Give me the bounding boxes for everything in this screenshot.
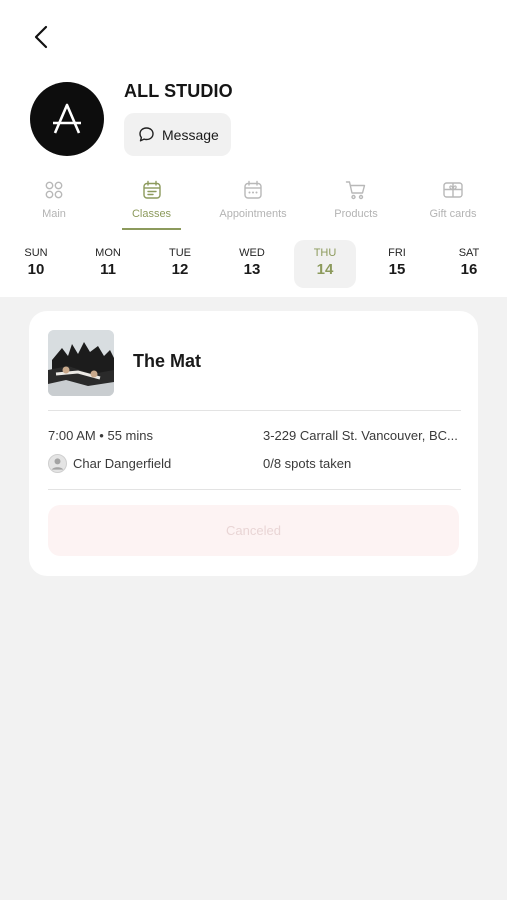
- class-card[interactable]: The Mat 7:00 AM • 55 mins 3-229 Carrall …: [29, 311, 478, 576]
- class-instructor[interactable]: Char Dangerfield: [48, 454, 171, 473]
- day-mon[interactable]: MON 11: [77, 240, 139, 288]
- studio-logo-mark: [53, 103, 81, 134]
- divider: [48, 489, 461, 490]
- tab-gift-cards[interactable]: Gift cards: [427, 178, 479, 230]
- tab-label-classes: Classes: [131, 208, 172, 220]
- day-date: 16: [460, 261, 478, 278]
- day-tue[interactable]: TUE 12: [149, 240, 211, 288]
- studio-header-area: ALL STUDIO Message Main Classes Appointm…: [0, 0, 507, 297]
- day-date: 12: [171, 261, 189, 278]
- day-name: FRI: [388, 247, 406, 259]
- day-sun[interactable]: SUN 10: [5, 240, 67, 288]
- instructor-name: Char Dangerfield: [73, 456, 172, 471]
- tab-label-products: Products: [334, 208, 378, 220]
- day-date: 13: [243, 261, 261, 278]
- active-tab-indicator: [122, 228, 181, 230]
- tab-classes[interactable]: Classes: [122, 178, 181, 230]
- canceled-label: Canceled: [226, 523, 281, 538]
- day-date: 15: [388, 261, 406, 278]
- canceled-button[interactable]: Canceled: [48, 505, 459, 556]
- day-name: TUE: [169, 247, 191, 259]
- back-button[interactable]: [26, 22, 56, 52]
- calendar-icon: [243, 178, 263, 202]
- tab-bar: Main Classes Appointments Products Gift …: [0, 178, 507, 230]
- spots-taken: 0/8 spots taken: [263, 456, 352, 471]
- message-button[interactable]: Message: [124, 113, 231, 156]
- class-time: 7:00 AM • 55 mins: [48, 428, 153, 443]
- day-date: 14: [316, 261, 334, 278]
- studio-logo: [30, 82, 104, 156]
- day-name: WED: [239, 247, 265, 259]
- tab-appointments[interactable]: Appointments: [213, 178, 293, 230]
- studio-name: ALL STUDIO: [124, 81, 233, 101]
- class-address: 3-229 Carrall St. Vancouver, BC...: [263, 428, 458, 443]
- tab-label-gift-cards: Gift cards: [429, 208, 477, 220]
- divider: [48, 410, 461, 411]
- day-name: SUN: [24, 247, 48, 259]
- tab-main[interactable]: Main: [34, 178, 74, 230]
- gift-card-icon: [442, 178, 464, 202]
- day-wed[interactable]: WED 13: [221, 240, 283, 288]
- day-fri[interactable]: FRI 15: [366, 240, 428, 288]
- day-date: 10: [27, 261, 45, 278]
- day-name: THU: [313, 247, 337, 259]
- class-thumbnail: [48, 330, 114, 396]
- user-avatar-icon: [48, 454, 67, 473]
- day-sat[interactable]: SAT 16: [438, 240, 500, 288]
- chat-bubble-icon: [139, 127, 154, 142]
- day-thu[interactable]: THU 14: [294, 240, 356, 288]
- day-date: 11: [100, 261, 116, 278]
- week-day-selector: SUN 10 MON 11 TUE 12 WED 13 THU 14 FRI 1…: [0, 240, 507, 288]
- tab-label-main: Main: [42, 208, 66, 220]
- calendar-list-icon: [142, 178, 162, 202]
- day-name: SAT: [458, 247, 480, 259]
- class-title: The Mat: [133, 351, 202, 371]
- grid-icon: [44, 178, 64, 202]
- chevron-left-icon: [34, 25, 48, 49]
- tab-products[interactable]: Products: [330, 178, 382, 230]
- tab-label-appointments: Appointments: [219, 208, 287, 220]
- message-button-label: Message: [162, 126, 219, 143]
- day-name: MON: [95, 247, 121, 259]
- cart-icon: [345, 178, 367, 202]
